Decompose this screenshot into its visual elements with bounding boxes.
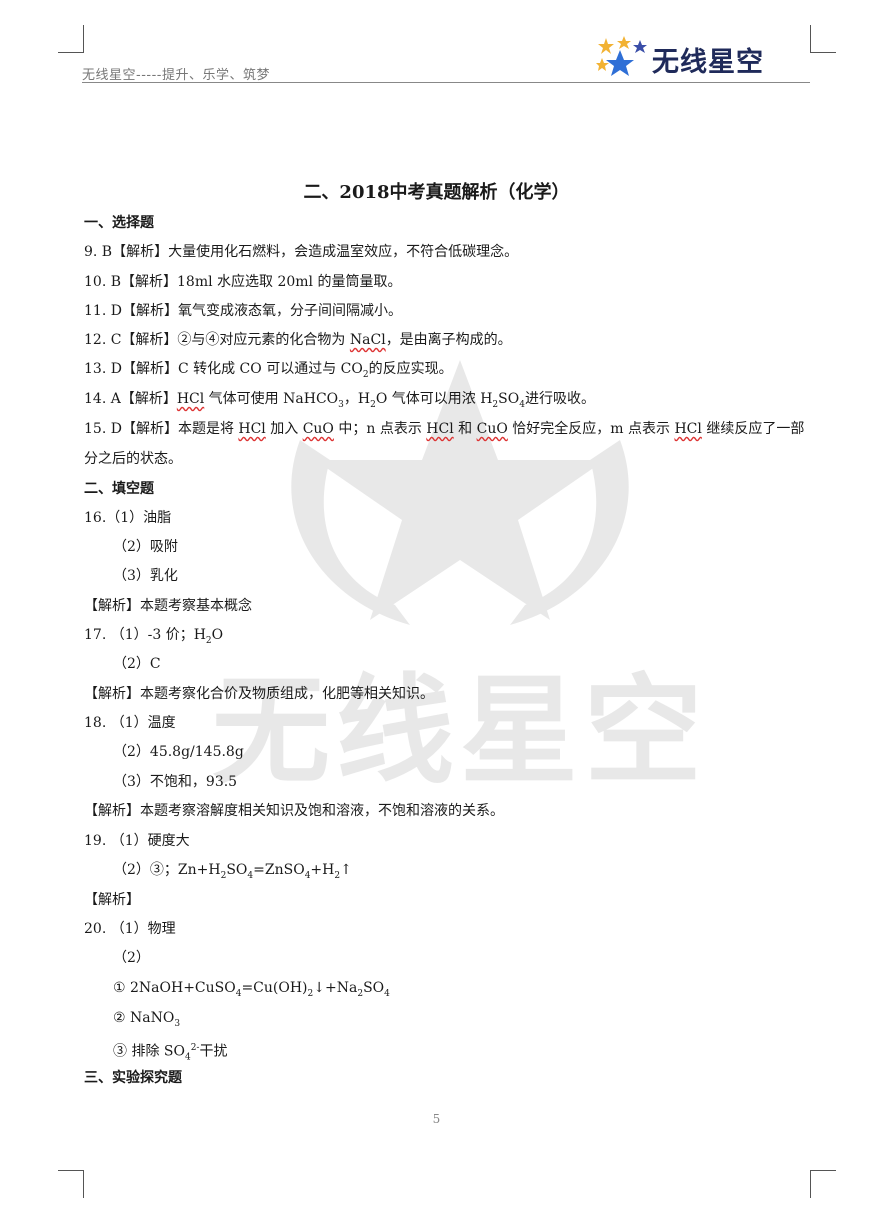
answer-q18-2: （2）45.8g/145.8g [113, 744, 244, 760]
page-number: 5 [432, 1112, 441, 1126]
section-heading-choice: 一、选择题 [84, 215, 154, 231]
answer-q20-2-reaction-1: ① 2NaOH+CuSO4=Cu(OH)2↓+Na2SO4 [113, 980, 390, 999]
answer-q16-1: 16.（1）油脂 [84, 510, 172, 526]
answer-q17-1: 17. （1）-3 价；H2O [84, 627, 224, 646]
stars-icon [596, 36, 647, 76]
answer-q10: 10. B【解析】18ml 水应选取 20ml 的量筒量取。 [84, 274, 402, 290]
header-slogan: 无线星空-----提升、乐学、筑梦 [82, 68, 270, 83]
answer-q14: 14. A【解析】HCl 气体可使用 NaHCO3，H2O 气体可以用浓 H2S… [84, 391, 595, 410]
analysis-q16: 【解析】本题考察基本概念 [84, 598, 252, 614]
header-rule [82, 82, 810, 83]
answer-q15-continued: 分之后的状态。 [84, 451, 182, 467]
crop-mark-top-left [58, 25, 84, 53]
analysis-q17: 【解析】本题考察化合价及物质组成，化肥等相关知识。 [84, 686, 434, 702]
answer-q20-1: 20. （1）物理 [84, 921, 176, 937]
answer-q17-2: （2）C [113, 656, 161, 672]
page-title: 二、2018中考真题解析（化学） [303, 182, 570, 203]
answer-q19-2: （2）③；Zn+H2SO4=ZnSO4+H2↑ [113, 862, 352, 881]
crop-mark-bottom-right [810, 1170, 836, 1198]
watermark: 无线星空 [180, 350, 740, 810]
watermark-text: 无线星空 [211, 662, 708, 800]
section-heading-experiment: 三、实验探究题 [84, 1070, 182, 1086]
answer-q16-2: （2）吸附 [113, 539, 178, 555]
answer-q18-1: 18. （1）温度 [84, 715, 176, 731]
analysis-q19: 【解析】 [84, 892, 140, 908]
crop-mark-bottom-left [58, 1170, 84, 1198]
answer-q20-2: （2） [113, 950, 150, 966]
answer-q11: 11. D【解析】氧气变成液态氧，分子间间隔减小。 [84, 303, 402, 319]
section-heading-fill: 二、填空题 [84, 481, 154, 497]
answer-q20-2-reaction-3: ③ 排除 SO42-干扰 [113, 1043, 228, 1063]
logo-text: 无线星空 [652, 47, 764, 78]
answer-q12: 12. C【解析】②与④对应元素的化合物为 NaCl，是由离子构成的。 [84, 332, 512, 348]
answer-q20-2-reaction-2: ② NaNO3 [113, 1010, 181, 1029]
answer-q9: 9. B【解析】大量使用化石燃料，会造成温室效应，不符合低碳理念。 [84, 244, 519, 260]
brand-logo: 无线星空 [596, 36, 808, 78]
answer-q13: 13. D【解析】C 转化成 CO 可以通过与 CO2的反应实现。 [84, 361, 453, 380]
answer-q15: 15. D【解析】本题是将 HCl 加入 CuO 中；n 点表示 HCl 和 C… [84, 421, 805, 437]
analysis-q18: 【解析】本题考察溶解度相关知识及饱和溶液，不饱和溶液的关系。 [84, 803, 504, 819]
answer-q18-3: （3）不饱和，93.5 [113, 774, 238, 790]
crop-mark-top-right [810, 25, 836, 53]
answer-q19-1: 19. （1）硬度大 [84, 833, 190, 849]
answer-q16-3: （3）乳化 [113, 568, 178, 584]
